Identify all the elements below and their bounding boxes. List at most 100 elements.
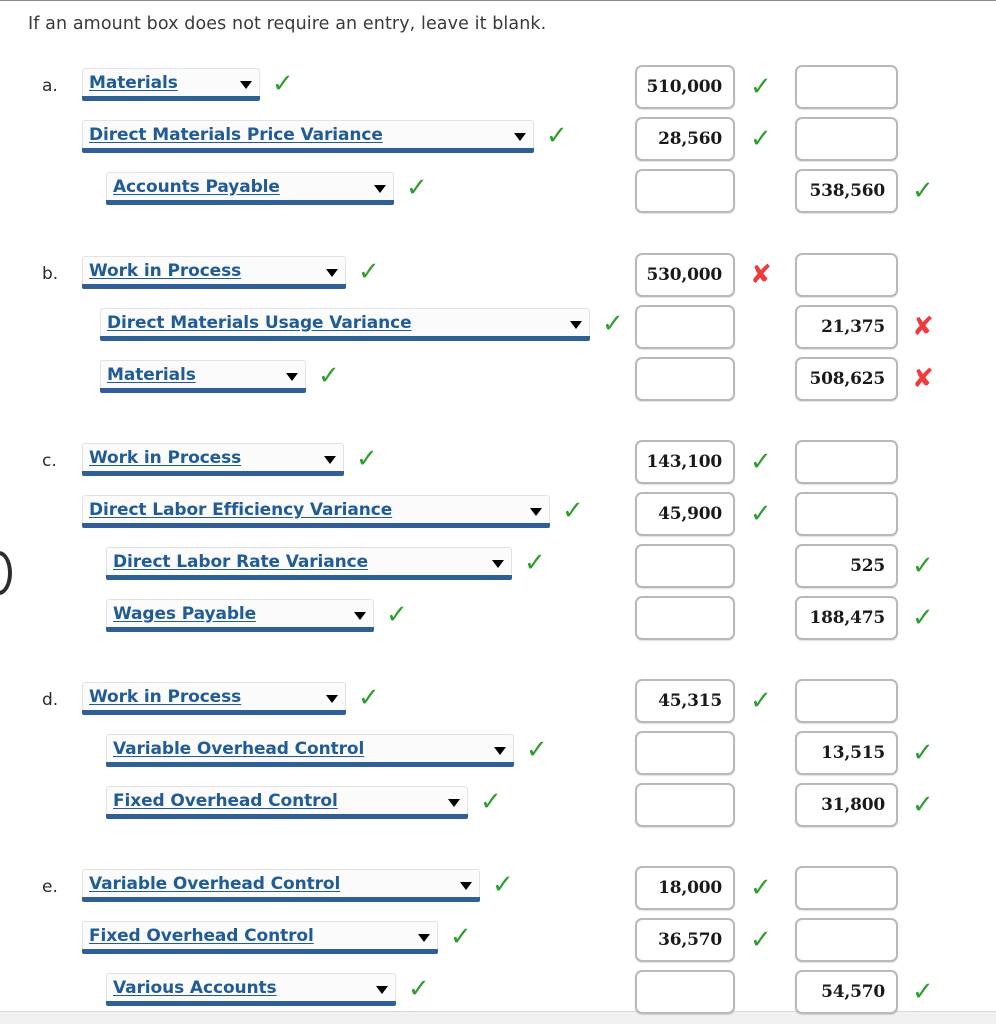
credit-amount-value: 54,570	[821, 982, 885, 1002]
debit-amount-box[interactable]: 530,000	[635, 253, 735, 297]
correct-check-icon: ✓	[526, 735, 548, 765]
credit-amount-box[interactable]	[795, 866, 898, 910]
account-select-wrapper: Variable Overhead Control	[106, 734, 514, 767]
debit-amount-box[interactable]	[635, 357, 735, 401]
credit-amount-box[interactable]	[795, 117, 898, 161]
chevron-down-icon[interactable]	[326, 694, 338, 703]
debit-amount-box[interactable]	[635, 731, 735, 775]
account-select-label: Variable Overhead Control	[89, 873, 341, 894]
debit-amount-box[interactable]: 18,000	[635, 866, 735, 910]
credit-amount-box[interactable]: 188,475	[795, 596, 898, 640]
account-select-wrapper: Work in Process	[82, 682, 346, 715]
debit-amount-box[interactable]	[635, 596, 735, 640]
account-select[interactable]: Wages Payable	[106, 599, 374, 627]
debit-amount-box[interactable]: 510,000	[635, 65, 735, 109]
credit-amount-value: 13,515	[821, 743, 885, 763]
correct-check-icon: ✓	[750, 686, 772, 716]
chevron-down-icon[interactable]	[326, 268, 338, 277]
credit-amount-box[interactable]: 31,800	[795, 783, 898, 827]
debit-amount-value: 45,315	[658, 691, 722, 711]
correct-check-icon: ✓	[524, 548, 546, 578]
account-select-label: Materials	[89, 72, 178, 93]
journal-entry-row: d. Work in Process ✓ 45,315 ✓	[0, 678, 996, 730]
account-select[interactable]: Materials	[82, 68, 260, 96]
account-select-underline	[82, 949, 438, 954]
account-select-wrapper: Direct Materials Price Variance	[82, 120, 534, 153]
debit-amount-box[interactable]: 45,900	[635, 492, 735, 536]
account-select[interactable]: Various Accounts	[106, 973, 396, 1001]
debit-amount-box[interactable]: 143,100	[635, 440, 735, 484]
chevron-down-icon[interactable]	[376, 985, 388, 994]
debit-amount-box[interactable]: 36,570	[635, 918, 735, 962]
debit-amount-box[interactable]	[635, 169, 735, 213]
account-select[interactable]: Variable Overhead Control	[82, 869, 480, 897]
correct-check-icon: ✓	[356, 444, 378, 474]
credit-amount-box[interactable]	[795, 492, 898, 536]
journal-entry-row: e. Variable Overhead Control ✓ 18,000 ✓	[0, 865, 996, 917]
chevron-down-icon[interactable]	[354, 611, 366, 620]
credit-amount-box[interactable]: 538,560	[795, 169, 898, 213]
account-select-underline	[82, 284, 346, 289]
account-select[interactable]: Fixed Overhead Control	[106, 786, 468, 814]
account-select[interactable]: Work in Process	[82, 443, 344, 471]
debit-amount-box[interactable]	[635, 544, 735, 588]
chevron-down-icon[interactable]	[374, 184, 386, 193]
account-select-underline	[82, 471, 344, 476]
chevron-down-icon[interactable]	[418, 933, 430, 942]
credit-amount-value: 525	[850, 556, 885, 576]
account-select[interactable]: Direct Labor Efficiency Variance	[82, 495, 550, 523]
account-select[interactable]: Materials	[100, 360, 306, 388]
debit-amount-box[interactable]	[635, 305, 735, 349]
debit-amount-box[interactable]	[635, 970, 735, 1014]
credit-amount-value: 188,475	[809, 608, 886, 628]
chevron-down-icon[interactable]	[570, 320, 582, 329]
account-select-wrapper: Various Accounts	[106, 973, 396, 1006]
account-select[interactable]: Direct Materials Price Variance	[82, 120, 534, 148]
account-select-wrapper: Direct Materials Usage Variance	[100, 308, 590, 341]
chevron-down-icon[interactable]	[530, 507, 542, 516]
debit-amount-box[interactable]	[635, 783, 735, 827]
credit-amount-box[interactable]: 13,515	[795, 731, 898, 775]
account-select[interactable]: Direct Labor Rate Variance	[106, 547, 512, 575]
debit-amount-value: 510,000	[646, 77, 723, 97]
account-select[interactable]: Accounts Payable	[106, 172, 394, 200]
chevron-down-icon[interactable]	[324, 455, 336, 464]
account-select[interactable]: Work in Process	[82, 256, 346, 284]
credit-amount-box[interactable]	[795, 253, 898, 297]
account-select-label: Work in Process	[89, 260, 242, 281]
chevron-down-icon[interactable]	[460, 881, 472, 890]
credit-amount-box[interactable]	[795, 440, 898, 484]
chevron-down-icon[interactable]	[494, 746, 506, 755]
account-select-wrapper: Accounts Payable	[106, 172, 394, 205]
journal-entry-row: b. Work in Process ✓ 530,000 ✘	[0, 252, 996, 304]
chevron-down-icon[interactable]	[514, 132, 526, 141]
chevron-down-icon[interactable]	[492, 559, 504, 568]
credit-amount-box[interactable]	[795, 679, 898, 723]
credit-amount-box[interactable]: 54,570	[795, 970, 898, 1014]
account-select[interactable]: Direct Materials Usage Variance	[100, 308, 590, 336]
correct-check-icon: ✓	[492, 870, 514, 900]
entry-letter: b.	[42, 264, 59, 284]
chevron-down-icon[interactable]	[240, 80, 252, 89]
incorrect-x-icon: ✘	[912, 312, 934, 342]
correct-check-icon: ✓	[912, 977, 934, 1007]
journal-entry-row: Fixed Overhead Control ✓ 31,800 ✓	[0, 782, 996, 834]
credit-amount-box[interactable]	[795, 65, 898, 109]
chevron-down-icon[interactable]	[286, 372, 298, 381]
account-select[interactable]: Work in Process	[82, 682, 346, 710]
debit-amount-value: 530,000	[646, 265, 723, 285]
account-select[interactable]: Fixed Overhead Control	[82, 921, 438, 949]
account-select-label: Materials	[107, 364, 196, 385]
credit-amount-box[interactable]: 21,375	[795, 305, 898, 349]
credit-amount-box[interactable]	[795, 918, 898, 962]
debit-amount-value: 28,560	[658, 129, 722, 149]
chevron-down-icon[interactable]	[448, 798, 460, 807]
account-select-wrapper: Direct Labor Efficiency Variance	[82, 495, 550, 528]
credit-amount-box[interactable]: 508,625	[795, 357, 898, 401]
debit-amount-box[interactable]: 28,560	[635, 117, 735, 161]
credit-amount-box[interactable]: 525	[795, 544, 898, 588]
account-select[interactable]: Variable Overhead Control	[106, 734, 514, 762]
account-select-wrapper: Materials	[100, 360, 306, 393]
debit-amount-box[interactable]: 45,315	[635, 679, 735, 723]
journal-entry-row: Variable Overhead Control ✓ 13,515 ✓	[0, 730, 996, 782]
